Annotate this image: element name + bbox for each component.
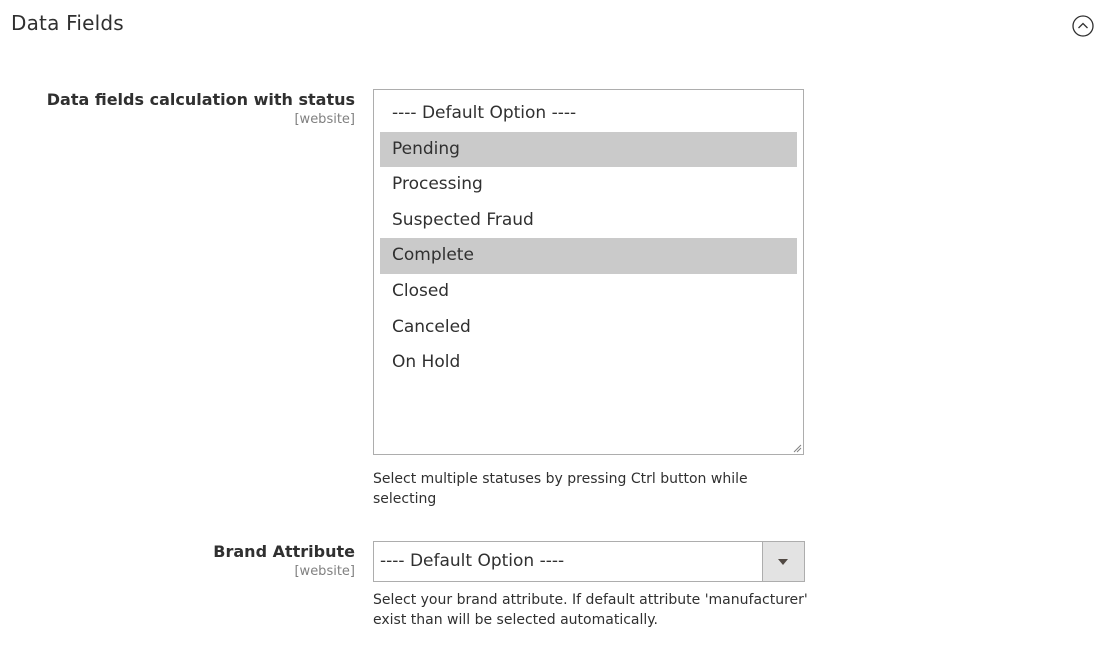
collapse-section-button[interactable] [1072, 15, 1094, 37]
brand-field-label: Brand Attribute [213, 542, 355, 561]
status-multiselect[interactable]: ---- Default Option ---- Pending Processin… [373, 89, 804, 455]
brand-field-scope: [website] [294, 564, 355, 579]
status-option[interactable]: Closed [380, 274, 797, 310]
status-option[interactable]: Pending [380, 131, 797, 168]
status-option[interactable]: Canceled [380, 310, 797, 346]
status-option[interactable]: Processing [380, 167, 797, 203]
chevron-up-circle-icon [1072, 15, 1094, 37]
status-option[interactable]: On Hold [380, 345, 797, 381]
brand-field-note: Select your brand attribute. If default … [373, 592, 808, 628]
status-field-label: Data fields calculation with status [46, 90, 355, 109]
section-title: Data Fields [11, 11, 124, 35]
resize-grip-icon[interactable] [792, 443, 802, 453]
status-field-note: Select multiple statuses by pressing Ctr… [373, 471, 748, 507]
triangle-down-icon [778, 559, 788, 565]
brand-attribute-select[interactable]: ---- Default Option ---- [373, 541, 805, 582]
status-option[interactable]: ---- Default Option ---- [380, 96, 797, 132]
dropdown-toggle[interactable] [762, 542, 804, 581]
status-option[interactable]: Suspected Fraud [380, 203, 797, 239]
status-option[interactable]: Complete [380, 238, 797, 274]
status-field-scope: [website] [294, 112, 355, 127]
brand-attribute-selected-value: ---- Default Option ---- [380, 551, 565, 571]
